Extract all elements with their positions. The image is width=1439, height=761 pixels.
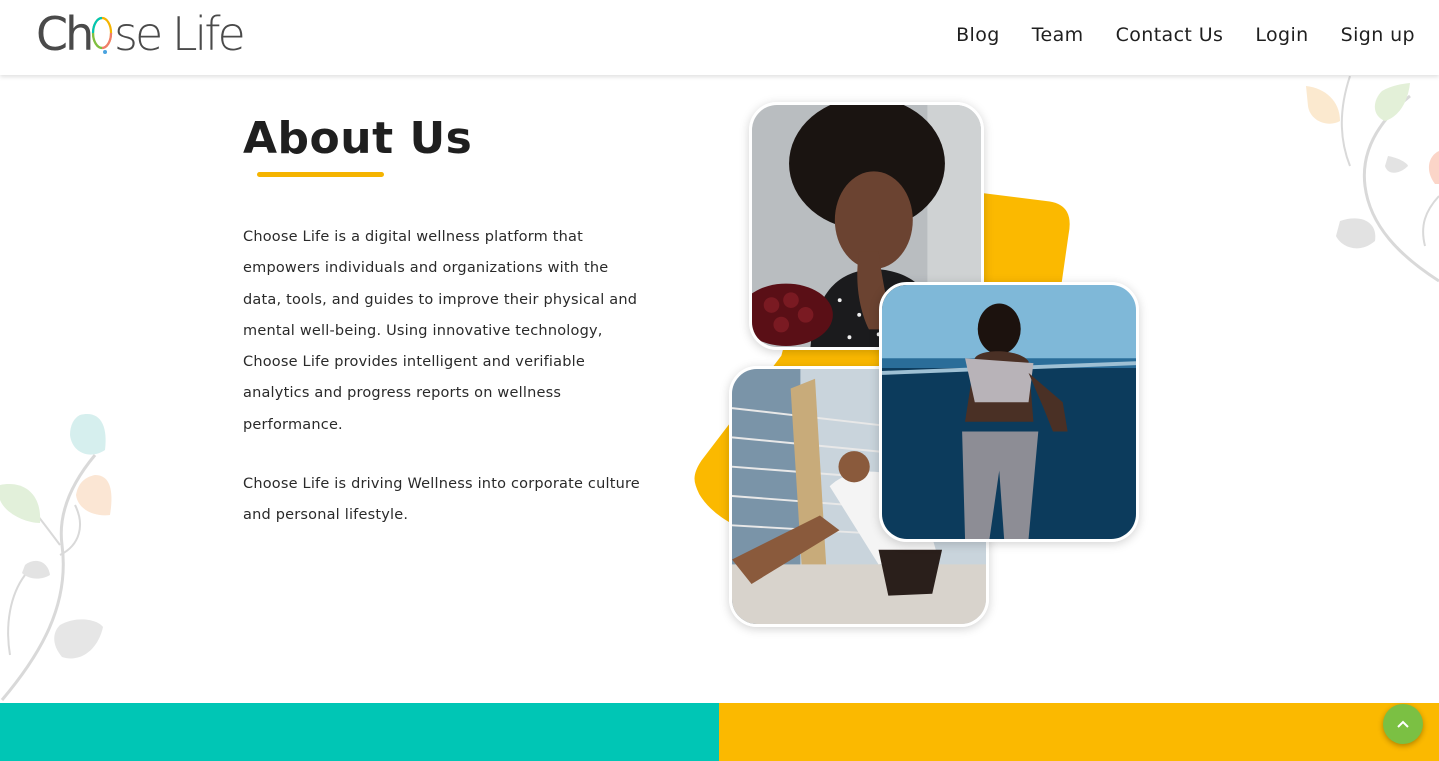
- main-nav: Blog Team Contact Us Login Sign up: [956, 20, 1415, 50]
- scroll-to-top-button[interactable]: [1383, 704, 1423, 744]
- brand-logo[interactable]: Ch se Life: [36, 6, 246, 64]
- leaf-decoration-left: [0, 414, 112, 701]
- nav-sign-up[interactable]: Sign up: [1341, 20, 1415, 50]
- nav-contact-us[interactable]: Contact Us: [1116, 20, 1224, 50]
- footer-yellow-band: [719, 703, 1439, 761]
- svg-text:Ch: Ch: [36, 7, 91, 61]
- chevron-up-icon: [1397, 720, 1409, 728]
- footer-teal-band: [0, 703, 719, 761]
- leaf-decoration-right: [1306, 76, 1439, 283]
- about-paragraph-2: Choose Life is driving Wellness into cor…: [243, 476, 640, 524]
- nav-login[interactable]: Login: [1255, 20, 1308, 50]
- nav-team[interactable]: Team: [1032, 20, 1084, 50]
- svg-text:se Life: se Life: [114, 7, 243, 61]
- nav-blog[interactable]: Blog: [956, 20, 1000, 50]
- about-title: About Us: [243, 113, 473, 164]
- site-header: Ch se Life Blog Team Contact Us Login Si…: [0, 0, 1439, 75]
- about-paragraph-1: Choose Life is a digital wellness platfo…: [243, 229, 638, 433]
- photo-woman-running: [879, 282, 1139, 542]
- title-underline: [257, 172, 384, 177]
